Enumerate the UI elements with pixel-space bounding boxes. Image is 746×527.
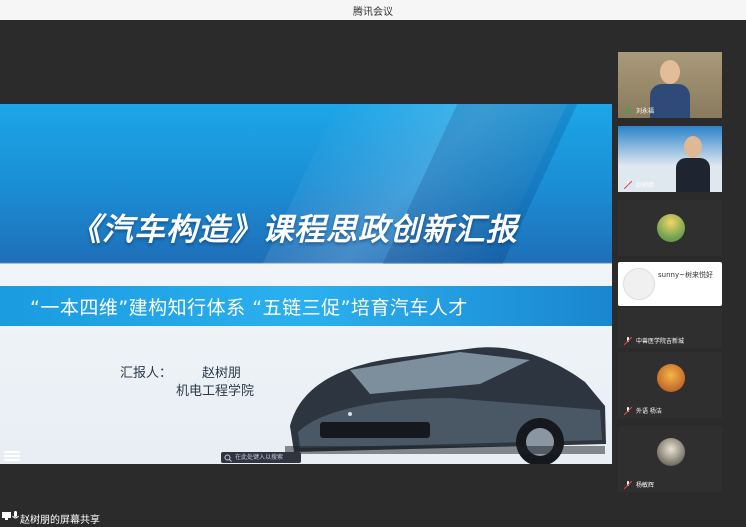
avatar [657,438,685,466]
participant-tile[interactable]: 刘永福 [618,52,722,118]
person-silhouette [650,60,690,118]
participant-name: 杨敏辉 [636,482,655,489]
screen-share-icon[interactable] [2,512,11,520]
taskbar-search[interactable]: 在此处键入以搜索 [221,452,301,463]
participant-name: 赵树朋 [636,182,655,189]
search-icon [224,454,232,462]
menu-icon[interactable] [4,450,20,462]
shared-screen: 《汽车构造》课程思政创新汇报 “一本四维”建构知行体系 “五链三促”培育汽车人才… [0,20,612,505]
microphone-muted-icon [624,481,632,489]
avatar [623,268,655,300]
microphone-muted-icon [624,181,632,189]
window-title: 腾讯会议 [353,7,393,18]
person-silhouette [676,136,710,192]
participant-tile[interactable] [618,200,722,256]
participant-name: 中兽医学院吉新城 [636,338,685,345]
department-name: 机电工程学院 [176,384,255,399]
participant-name: 外语 杨洁 [636,408,662,415]
slide-title: 《汽车构造》课程思政创新汇报 [70,212,518,248]
participant-name: sunny~树来悦好 [658,271,713,279]
participant-tile[interactable]: 赵树朋 [618,126,722,192]
microphone-icon[interactable] [12,511,19,521]
participant-panel: 刘永福 赵树朋 sunny~树来悦好 中兽医学院吉新城 外语 杨洁 杨敏辉 [612,20,746,527]
title-bar: 腾讯会议 [0,0,746,20]
avatar [657,364,685,392]
reporter-label: 汇报人： [120,366,173,381]
participant-tile[interactable]: 中兽医学院吉新城 [618,308,722,348]
reporter-name: 赵树朋 [202,366,242,381]
microphone-muted-icon [624,337,632,345]
screen-share-bar: 赵树朋的屏幕共享 [0,505,612,527]
presentation-slide: 《汽车构造》课程思政创新汇报 “一本四维”建构知行体系 “五链三促”培育汽车人才… [0,104,612,464]
participant-tile[interactable]: 杨敏辉 [618,426,722,492]
microphone-muted-icon [624,407,632,415]
search-placeholder: 在此处键入以搜索 [235,454,284,461]
car-illustration [285,347,606,464]
microphone-icon [626,107,630,114]
participant-name-card[interactable]: sunny~树来悦好 [618,262,722,306]
share-label: 赵树朋的屏幕共享 [20,515,100,526]
participant-name: 刘永福 [636,108,655,115]
participant-tile[interactable]: 外语 杨洁 [618,352,722,418]
avatar [657,214,685,242]
